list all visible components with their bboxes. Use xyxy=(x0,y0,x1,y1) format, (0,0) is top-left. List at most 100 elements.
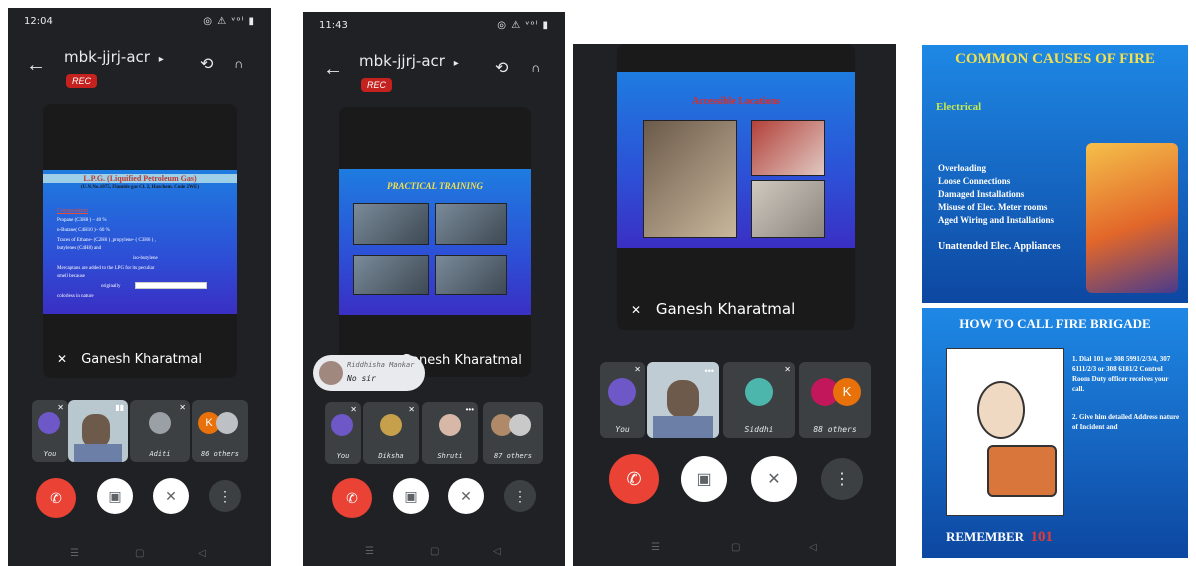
status-icons: ◎ ⚠ ᵛᵒˡ ▮ xyxy=(203,16,255,27)
mic-toggle-button[interactable]: ✕ xyxy=(751,456,797,502)
end-call-button[interactable]: ✆ xyxy=(609,454,659,504)
participant-tile-you[interactable]: ✕ You xyxy=(325,402,361,464)
chat-notification[interactable]: Riddhisha Mankar No sir xyxy=(313,355,425,391)
speaker-name-bar: ✕ Ganesh Kharatmal xyxy=(631,300,795,318)
end-call-icon: ✆ xyxy=(626,468,642,489)
more-options-button[interactable]: ⋮ xyxy=(821,458,863,500)
chevron-right-icon: ▸ xyxy=(453,58,459,69)
presentation-tile[interactable]: L.P.G. (Liquified Petroleum Gas) (U.N.No… xyxy=(43,104,237,378)
meeting-code[interactable]: mbk-jjrj-acr ▸ xyxy=(359,52,459,70)
speaker-name-bar: ✕ Ganesh Kharatmal xyxy=(57,352,202,367)
meeting-code-text: mbk-jjrj-acr xyxy=(64,48,150,66)
participant-tile-you[interactable]: ✕ You xyxy=(32,400,68,462)
audio-output-icon[interactable]: ∩ xyxy=(531,60,540,75)
end-call-icon: ✆ xyxy=(50,489,62,506)
flip-camera-icon[interactable]: ⟲ xyxy=(495,58,508,78)
more-options-button[interactable]: ⋮ xyxy=(504,480,536,512)
slide-common-causes: COMMON CAUSES OF FIRE Electrical Overloa… xyxy=(922,45,1188,303)
mic-toggle-button[interactable]: ✕ xyxy=(448,478,484,514)
back-arrow-icon[interactable]: ← xyxy=(323,58,343,81)
participant-tile-aditi[interactable]: ✕ Aditi xyxy=(130,400,190,462)
camera-toggle-button[interactable]: ▣ xyxy=(681,456,727,502)
participant-tile-shruti[interactable]: ••• Shruti xyxy=(422,402,478,464)
cause-item: Aged Wiring and Installations xyxy=(938,215,1054,225)
telephone-icon xyxy=(987,445,1057,497)
mic-off-icon: ✕ xyxy=(57,352,68,366)
phone-screen-2: 11:43 ◎ ⚠ ᵛᵒˡ ▮ ← mbk-jjrj-acr ▸ REC ⟲ ∩… xyxy=(303,12,565,566)
more-vert-icon: ⋮ xyxy=(834,471,850,488)
cause-item: Overloading xyxy=(938,163,987,173)
avatar xyxy=(608,378,636,406)
end-call-button[interactable]: ✆ xyxy=(36,478,76,518)
nav-back-icon[interactable]: ◁ xyxy=(493,546,501,557)
cause-item: Damaged Installations xyxy=(938,189,1025,199)
status-icons: ◎ ⚠ ᵛᵒˡ ▮ xyxy=(497,20,549,31)
training-photo-3 xyxy=(353,255,429,295)
training-photo-2 xyxy=(435,203,507,245)
phone-caller-illustration xyxy=(946,348,1064,516)
extinguisher-photo xyxy=(751,180,825,238)
category-heading: Electrical xyxy=(936,101,982,113)
camera-off-icon: ▣ xyxy=(404,487,418,504)
nav-home-icon[interactable]: ▢ xyxy=(731,542,740,553)
slide-subtitle: (U.N.No.1075, Flamble gas Cl. 2, Hazchem… xyxy=(80,185,200,190)
camera-toggle-button[interactable]: ▣ xyxy=(393,478,429,514)
slide-title: Accessible Locations xyxy=(691,96,781,107)
meeting-code[interactable]: mbk-jjrj-acr ▸ xyxy=(64,48,164,66)
nav-home-icon[interactable]: ▢ xyxy=(430,546,439,557)
participant-name: 88 others xyxy=(813,425,857,434)
camera-toggle-button[interactable]: ▣ xyxy=(97,478,133,514)
composition-line-8: originally xyxy=(101,284,121,289)
speaker-name: Ganesh Kharatmal xyxy=(655,300,796,318)
slide-title: L.P.G. (Liquified Petroleum Gas) xyxy=(43,174,237,183)
participant-tile-others[interactable]: K 86 others xyxy=(192,400,248,462)
participant-shirt xyxy=(653,416,713,438)
mic-toggle-button[interactable]: ✕ xyxy=(153,478,189,514)
avatar xyxy=(216,412,238,434)
corridor-photo xyxy=(643,120,737,238)
caller-head xyxy=(977,381,1025,439)
composition-line-6: Mercaptans are added to the LPG for its … xyxy=(57,266,155,271)
avatar xyxy=(149,412,171,434)
participant-tile-video[interactable]: ••• xyxy=(647,362,719,438)
more-options-button[interactable]: ⋮ xyxy=(209,480,241,512)
more-vert-icon: ⋮ xyxy=(513,487,527,504)
participant-tile-others[interactable]: 87 others xyxy=(483,402,543,464)
presentation-tile[interactable]: PRACTICAL TRAINING Ganesh Kharatmal xyxy=(339,107,531,377)
audio-level-icon: ••• xyxy=(704,366,714,376)
nav-menu-icon[interactable]: ☰ xyxy=(70,548,79,559)
meeting-code-text: mbk-jjrj-acr xyxy=(359,52,445,70)
slide-title: COMMON CAUSES OF FIRE xyxy=(955,51,1155,67)
participant-tile-diksha[interactable]: ✕ Diksha xyxy=(363,402,419,464)
participant-tile-siddhi[interactable]: ✕ Siddhi xyxy=(723,362,795,438)
flip-camera-icon[interactable]: ⟲ xyxy=(200,54,213,74)
nav-menu-icon[interactable]: ☰ xyxy=(651,542,660,553)
nav-home-icon[interactable]: ▢ xyxy=(135,548,144,559)
nav-menu-icon[interactable]: ☰ xyxy=(365,546,374,557)
audio-level-icon: ▮▮ xyxy=(115,403,124,412)
participant-name: 87 others xyxy=(494,452,532,460)
participant-tile-video[interactable]: ▮▮ xyxy=(68,400,128,462)
camera-off-icon: ▣ xyxy=(696,471,712,488)
slide-practical-training: PRACTICAL TRAINING xyxy=(339,169,531,315)
status-time: 11:43 xyxy=(319,20,348,31)
phone-screen-3: Accessible Locations ✕ Ganesh Kharatmal … xyxy=(573,44,896,566)
participant-name: You xyxy=(615,425,630,434)
presentation-tile[interactable]: Accessible Locations ✕ Ganesh Kharatmal xyxy=(617,44,855,330)
composition-line-1: Propane (C3H8 ) – 40 % xyxy=(57,218,107,223)
training-photo-1 xyxy=(353,203,429,245)
mic-off-icon: ✕ xyxy=(57,403,64,412)
mic-off-icon: ✕ xyxy=(460,487,472,504)
end-call-button[interactable]: ✆ xyxy=(332,478,372,518)
recording-badge: REC xyxy=(361,78,393,92)
remember-label: REMEMBER xyxy=(946,529,1024,544)
participant-tile-others[interactable]: K 88 others xyxy=(799,362,871,438)
nav-back-icon[interactable]: ◁ xyxy=(198,548,206,559)
participant-name: Aditi xyxy=(149,450,171,458)
audio-output-icon[interactable]: ∩ xyxy=(234,56,243,71)
back-arrow-icon[interactable]: ← xyxy=(26,54,46,77)
nav-back-icon[interactable]: ◁ xyxy=(809,542,817,553)
participant-tile-you[interactable]: ✕ You xyxy=(600,362,645,438)
composition-line-2: n-Butane( C4H10 )– 60 % xyxy=(57,228,110,233)
speaker-name: Ganesh Kharatmal xyxy=(81,352,203,367)
